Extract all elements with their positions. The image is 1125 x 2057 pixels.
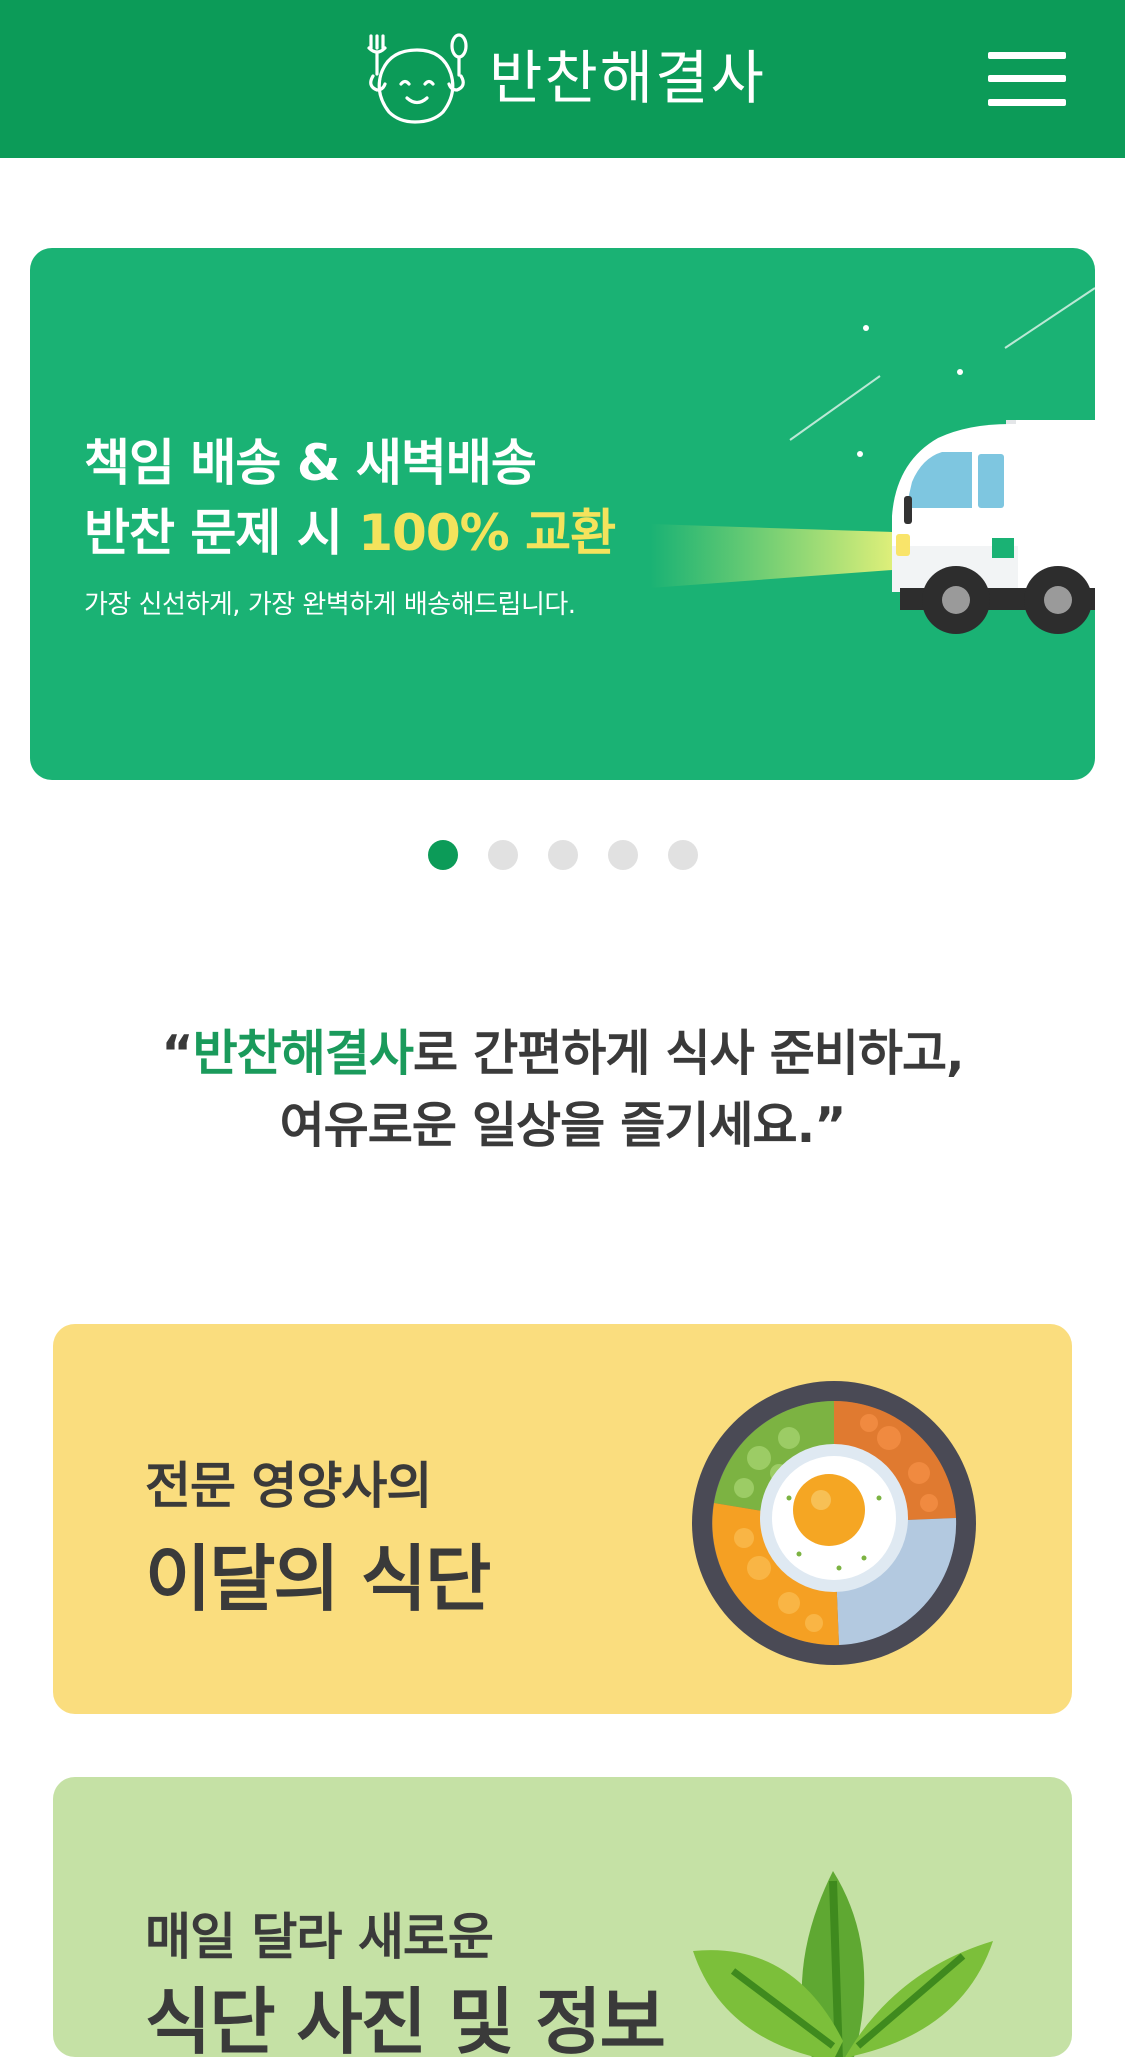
card-title: 이달의 식단 [145, 1537, 491, 1621]
pagination-dot-1[interactable] [428, 840, 458, 870]
pagination-dot-2[interactable] [488, 840, 518, 870]
card-subtitle: 매일 달라 새로운 [145, 1908, 494, 1966]
promo-banner-slide[interactable]: 책임 배송 & 새벽배송 반찬 문제 시 100% 교환 가장 신선하게, 가장… [30, 248, 1095, 780]
brand-logo[interactable]: 반찬해결사 [365, 30, 766, 126]
brand-slogan: “반찬해결사로 간편하게 식사 준비하고, 여유로운 일상을 즐기세요.” [0, 1018, 1125, 1162]
banner-pagination [428, 840, 698, 870]
banner-headline-line2: 반찬 문제 시 100% 교환 [84, 498, 616, 568]
brand-name: 반찬해결사 [489, 44, 766, 112]
monthly-meal-plan-card[interactable]: 전문 영양사의 이달의 식단 [53, 1324, 1072, 1714]
slogan-open-quote: “ [161, 1025, 193, 1082]
banner-headline-highlight: 100% 교환 [358, 504, 616, 562]
pagination-dot-4[interactable] [608, 840, 638, 870]
banner-headline: 책임 배송 & 새벽배송 반찬 문제 시 100% 교환 [84, 428, 616, 568]
slogan-line2: 여유로운 일상을 즐기세요.” [279, 1097, 847, 1154]
hamburger-menu-icon[interactable] [988, 52, 1066, 106]
banner-headline-line1: 책임 배송 & 새벽배송 [84, 434, 537, 492]
menu-bar-top [988, 52, 1066, 59]
banner-subtitle: 가장 신선하게, 가장 완벽하게 배송해드립니다. [84, 590, 576, 620]
top-header: 반찬해결사 [0, 0, 1125, 158]
bibimbap-bowl-icon [692, 1381, 976, 1665]
slogan-line1-rest: 로 간편하게 식사 준비하고, [412, 1025, 965, 1082]
menu-bar-middle [988, 75, 1066, 82]
card-subtitle: 전문 영양사의 [145, 1457, 432, 1515]
daily-meal-photos-card[interactable]: 매일 달라 새로운 식단 사진 및 정보 [53, 1777, 1072, 2057]
card-title: 식단 사진 및 정보 [145, 1980, 666, 2057]
chef-character-logo-icon [367, 33, 468, 124]
slogan-line1: “반찬해결사로 간편하게 식사 준비하고, [0, 1018, 1125, 1090]
leaf-sprout-icon [693, 1871, 993, 2057]
menu-bar-bottom [988, 99, 1066, 106]
pagination-dot-5[interactable] [668, 840, 698, 870]
slogan-brand: 반찬해결사 [192, 1025, 414, 1082]
pagination-dot-3[interactable] [548, 840, 578, 870]
banner-headline-prefix: 반찬 문제 시 [84, 504, 359, 562]
